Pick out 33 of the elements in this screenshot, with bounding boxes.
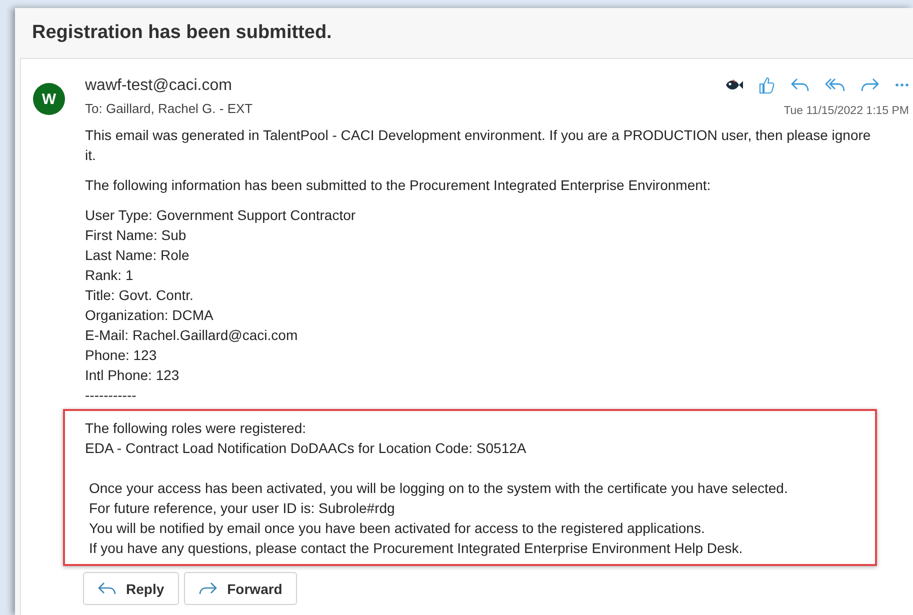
forward-icon (199, 582, 218, 595)
sent-date: Tue 11/15/2022 1:15 PM (784, 105, 909, 117)
note-line: If you have any questions, please contact the Procurement Integrated Enterprise Environment Help Desk. (89, 539, 744, 558)
forward-icon[interactable] (861, 78, 879, 92)
more-icon[interactable] (895, 83, 909, 87)
detail-line: Phone: 123 (85, 346, 158, 365)
reply-all-icon[interactable] (825, 78, 845, 92)
note-line: Once your access has been activated, you will be logging on to the system with the certificate you have selected. (89, 479, 789, 498)
thumbs-up-icon[interactable] (759, 76, 775, 94)
sender-address[interactable]: wawf-test@caci.com (85, 77, 253, 95)
detail-line: User Type: Government Support Contractor (85, 206, 357, 225)
body-paragraph: The following information has been submitted to the Procurement Integrated Enterprise Environment: (85, 176, 712, 195)
email-subject: Registration has been submitted. (32, 22, 332, 44)
reply-icon[interactable] (791, 78, 809, 92)
detail-line: Rank: 1 (85, 266, 134, 285)
forward-button[interactable]: Forward (184, 572, 298, 605)
detail-line: E-Mail: Rachel.Gaillard@caci.com (85, 326, 299, 345)
note-line: For future reference, your user ID is: Subrole#rdg (89, 499, 396, 518)
fish-icon[interactable] (725, 79, 743, 91)
sender-avatar: W (33, 83, 65, 115)
detail-line: Last Name: Role (85, 246, 190, 265)
role-line: The following roles were registered: (85, 419, 307, 438)
detail-line: Title: Govt. Contr. (85, 286, 194, 305)
recipient-line: To: Gaillard, Rachel G. - EXT (85, 101, 253, 116)
role-line: EDA - Contract Load Notification DoDAACs for Location Code: S0512A (85, 439, 528, 458)
detail-line: First Name: Sub (85, 226, 188, 245)
detail-line: Intl Phone: 123 (85, 366, 180, 385)
note-line: You will be notified by email once you have been activated for access to the registered applications. (89, 519, 706, 538)
detail-line: Organization: DCMA (85, 306, 214, 325)
reply-icon (98, 582, 116, 595)
detail-line: ----------- (85, 386, 138, 405)
body-paragraph: This email was generated in TalentPool - CACI Development environment. If you are a PRODUCTION user, then please ignore it. (85, 126, 872, 165)
reply-button[interactable]: Reply (83, 572, 180, 605)
